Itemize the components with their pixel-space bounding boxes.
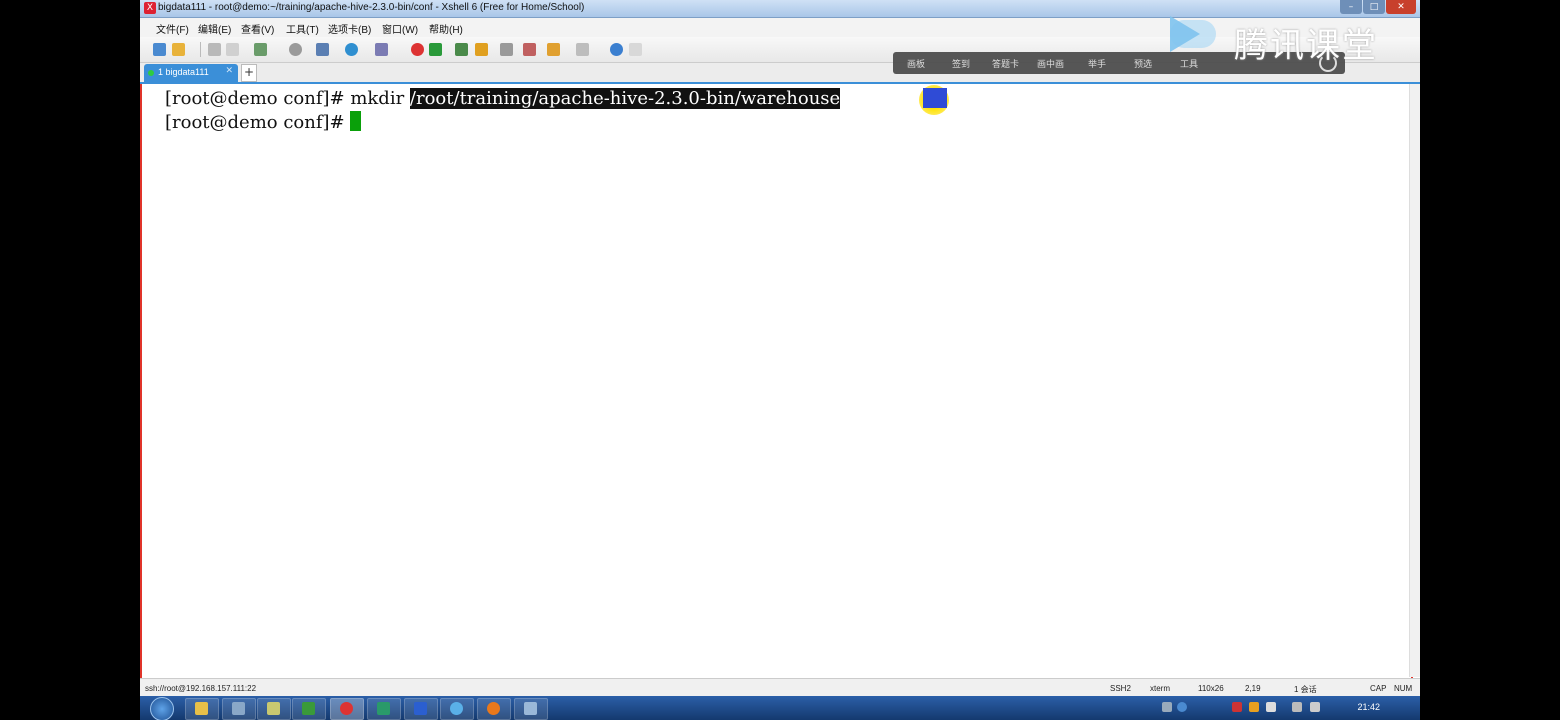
taskbar-app-xshell[interactable] xyxy=(330,698,364,720)
help-tray-icon[interactable] xyxy=(1177,702,1187,712)
maximize-button[interactable]: □ xyxy=(1363,0,1385,14)
menu-tools[interactable]: 工具(T) xyxy=(286,21,319,36)
menu-file[interactable]: 文件(F) xyxy=(156,21,189,36)
line1-prompt: [root@demo conf]# mkdir xyxy=(165,88,410,109)
overlay-button-tools[interactable]: 工具 xyxy=(1180,57,1198,70)
taskbar-app-terminal[interactable] xyxy=(292,698,326,720)
status-connection: ssh://root@192.168.157.111:22 xyxy=(145,684,257,693)
app-icon xyxy=(524,702,537,715)
menu-bar: 文件(F) 编辑(E) 查看(V) 工具(T) 选项卡(B) 窗口(W) 帮助(… xyxy=(140,18,1420,37)
taskbar-clock[interactable]: 21:42 xyxy=(1357,702,1380,712)
overlay-button-preview[interactable]: 预选 xyxy=(1134,57,1152,70)
taskbar-app-notepad[interactable] xyxy=(257,698,291,720)
volume-tray-icon[interactable] xyxy=(1310,702,1320,712)
terminal-line-2: [root@demo conf]# xyxy=(165,111,362,133)
browser-icon xyxy=(450,702,463,715)
script-icon[interactable] xyxy=(523,43,536,56)
line2-prompt: [root@demo conf]# xyxy=(165,112,351,133)
windows-taskbar: 21:42 xyxy=(140,696,1420,720)
keyboard-icon[interactable] xyxy=(500,43,513,56)
minimize-button[interactable]: – xyxy=(1340,0,1362,14)
signal-tray-icon[interactable] xyxy=(1292,702,1302,712)
lock-icon[interactable] xyxy=(475,43,488,56)
terminal-line-1: [root@demo conf]# mkdir /root/training/a… xyxy=(165,88,841,109)
menu-edit[interactable]: 编辑(E) xyxy=(198,21,231,36)
compose-icon[interactable] xyxy=(547,43,560,56)
keyboard-tray-icon[interactable] xyxy=(1162,702,1172,712)
play-icon xyxy=(1170,16,1200,52)
status-cursor-pos: 2,19 xyxy=(1245,684,1261,693)
terminal-cursor xyxy=(350,111,362,131)
window-title: bigdata111 - root@demo:~/training/apache… xyxy=(158,2,585,13)
firefox-icon xyxy=(487,702,500,715)
tab-label: 1 bigdata111 xyxy=(158,67,209,77)
taskbar-app-window[interactable] xyxy=(222,698,256,720)
xftp-icon[interactable] xyxy=(411,43,424,56)
vertical-scrollbar[interactable] xyxy=(1409,84,1420,677)
status-bar: ssh://root@192.168.157.111:22 SSH2 xterm… xyxy=(140,678,1420,697)
help-icon[interactable] xyxy=(610,43,623,56)
overlay-button-raise-hand[interactable]: 举手 xyxy=(1088,57,1106,70)
toolbar-separator xyxy=(200,42,201,57)
taskbar-app-browser[interactable] xyxy=(440,698,474,720)
close-button[interactable]: ✕ xyxy=(1386,0,1416,14)
terminal-area[interactable]: [root@demo conf]# mkdir /root/training/a… xyxy=(142,84,1412,677)
tab-close-icon[interactable]: ✕ xyxy=(225,66,233,76)
folder-icon xyxy=(195,702,208,715)
chat-icon[interactable] xyxy=(629,43,642,56)
add-tab-button[interactable]: + xyxy=(241,64,257,82)
paste-icon[interactable] xyxy=(226,43,239,56)
fullscreen-icon[interactable] xyxy=(455,43,468,56)
status-sessions: 1 会话 xyxy=(1294,685,1317,694)
new-session-icon[interactable] xyxy=(153,43,166,56)
logo-text: 腾讯课堂 xyxy=(1234,26,1378,66)
selection-end-marker xyxy=(923,88,947,108)
start-button[interactable] xyxy=(150,697,174,720)
xshell-app-icon[interactable]: X xyxy=(144,2,156,14)
tab-bigdata111[interactable]: 1 bigdata111 ✕ xyxy=(144,64,238,82)
menu-help[interactable]: 帮助(H) xyxy=(429,21,463,36)
word-icon xyxy=(414,702,427,715)
terminal-icon xyxy=(302,702,315,715)
taskbar-app-firefox[interactable] xyxy=(477,698,511,720)
antivirus-tray-icon[interactable] xyxy=(1232,702,1242,712)
status-caps: CAP xyxy=(1370,684,1387,693)
selected-path[interactable]: /root/training/apache-hive-2.3.0-bin/war… xyxy=(409,88,841,109)
taskbar-app-explorer[interactable] xyxy=(185,698,219,720)
open-folder-icon[interactable] xyxy=(172,43,185,56)
xshell-window: X bigdata111 - root@demo:~/training/apac… xyxy=(140,0,1420,720)
notepad-icon xyxy=(267,702,280,715)
taskbar-app-word[interactable] xyxy=(404,698,438,720)
taskbar-app-xftp[interactable] xyxy=(367,698,401,720)
app-tray-icon[interactable] xyxy=(1249,702,1259,712)
overlay-button-answer-card[interactable]: 答题卡 xyxy=(992,57,1019,70)
connected-status-icon xyxy=(148,70,154,76)
overlay-button-pip[interactable]: 画中画 xyxy=(1037,57,1064,70)
network-tray-icon[interactable] xyxy=(1266,702,1276,712)
status-protocol: SSH2 xyxy=(1110,684,1131,693)
copy-icon[interactable] xyxy=(208,43,221,56)
layout-icon[interactable] xyxy=(576,43,589,56)
menu-window[interactable]: 窗口(W) xyxy=(382,21,418,36)
xmanager-icon[interactable] xyxy=(429,43,442,56)
connect-icon[interactable] xyxy=(254,43,267,56)
globe-icon[interactable] xyxy=(345,43,358,56)
menu-view[interactable]: 查看(V) xyxy=(241,21,274,36)
window-controls: – □ ✕ xyxy=(1339,0,1416,14)
font-icon[interactable] xyxy=(375,43,388,56)
search-icon[interactable] xyxy=(289,43,302,56)
overlay-button-whiteboard[interactable]: 画板 xyxy=(907,57,925,70)
xftp-icon xyxy=(377,702,390,715)
status-size: 110x26 xyxy=(1198,684,1224,693)
overlay-button-checkin[interactable]: 签到 xyxy=(952,57,970,70)
menu-tabs[interactable]: 选项卡(B) xyxy=(328,21,371,36)
window-icon xyxy=(232,702,245,715)
title-bar: X bigdata111 - root@demo:~/training/apac… xyxy=(140,0,1420,18)
status-num: NUM xyxy=(1394,684,1413,693)
screen-icon[interactable] xyxy=(316,43,329,56)
taskbar-app-other[interactable] xyxy=(514,698,548,720)
xshell-icon xyxy=(340,702,353,715)
status-term: xterm xyxy=(1150,684,1170,693)
